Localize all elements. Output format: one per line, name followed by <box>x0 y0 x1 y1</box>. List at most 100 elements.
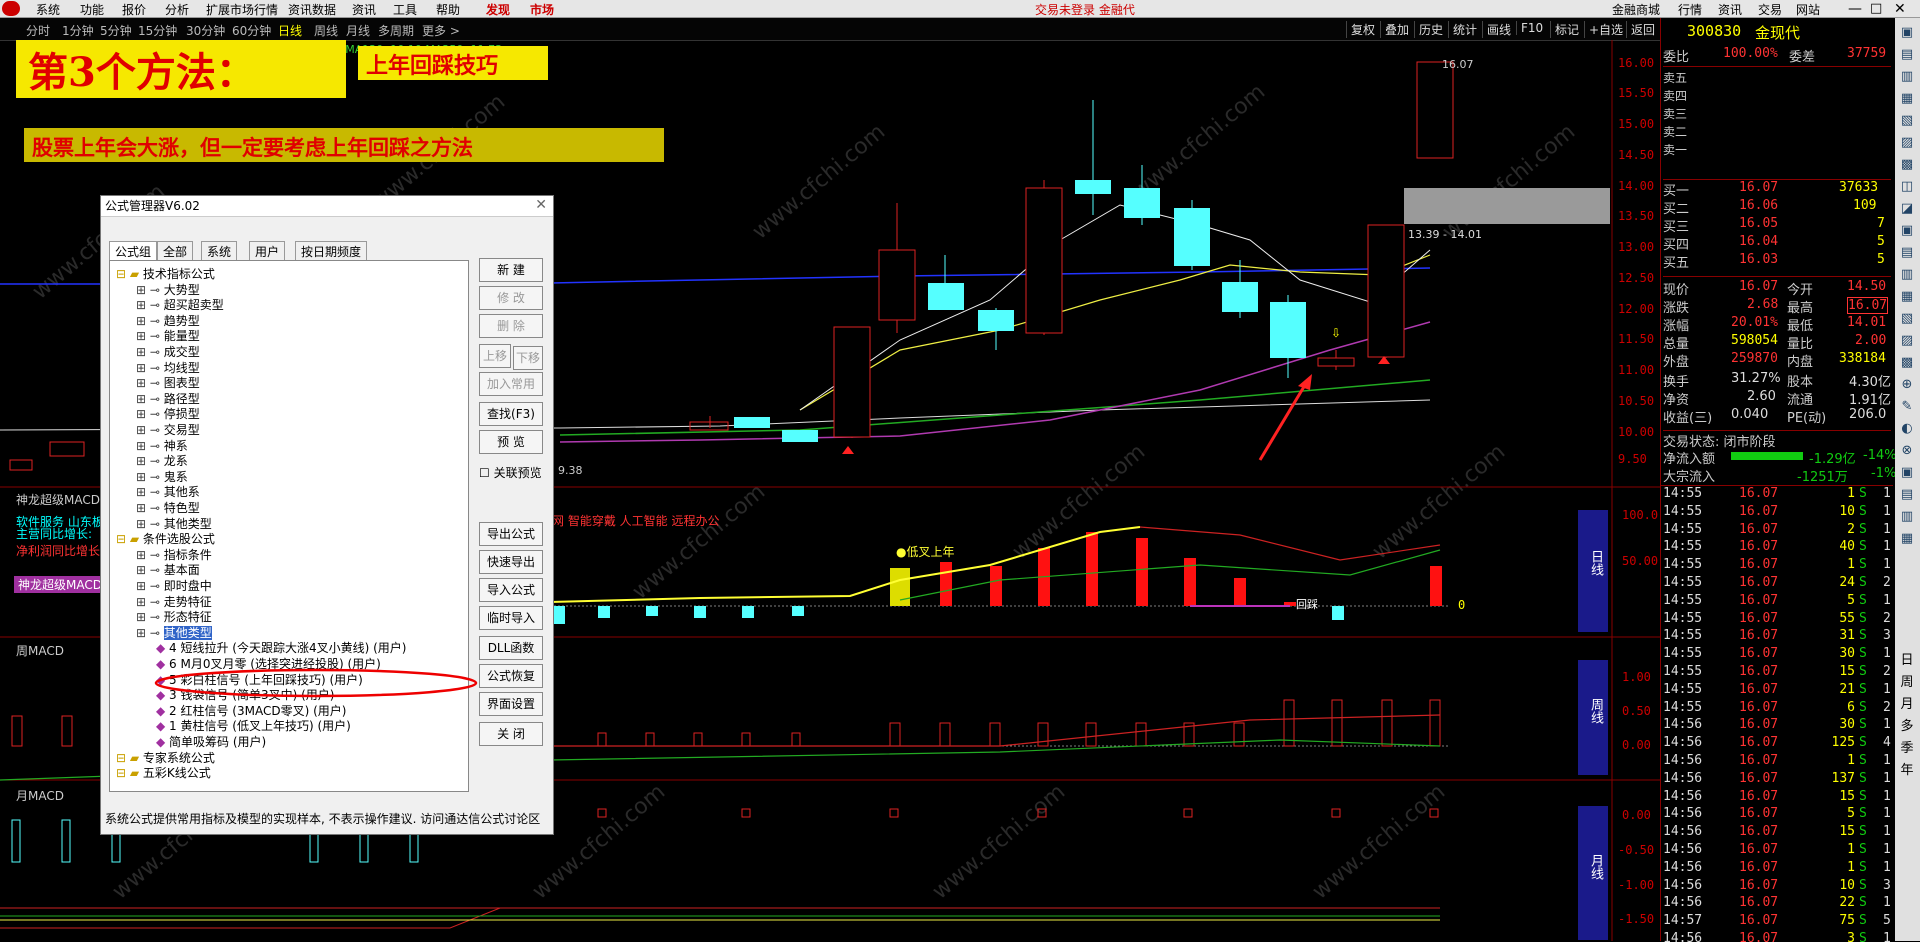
tree-category[interactable]: ⊞ ⊸ 交易型 <box>136 421 200 438</box>
preview-checkbox[interactable]: ☐ 关联预览 <box>479 464 542 481</box>
tree-category[interactable]: ⊞ ⊸ 大势型 <box>136 281 200 298</box>
tab-system[interactable]: 系统 <box>201 241 238 261</box>
tree-formula[interactable]: ◆ 6 M月0叉月零 (选择突进经投股) (用户) <box>156 655 381 672</box>
toolbar-button[interactable]: F10 <box>1516 21 1543 35</box>
period-tab[interactable]: 月线 <box>346 22 370 39</box>
menu-item[interactable]: 功能 <box>80 1 104 18</box>
tree-category[interactable]: ⊞ ⊸ 能量型 <box>136 327 200 344</box>
tree-category[interactable]: ⊞ ⊸ 成交型 <box>136 343 200 360</box>
menu-item[interactable]: 金融商城 <box>1612 1 1660 18</box>
toolbar-button[interactable]: 复权 <box>1346 21 1375 38</box>
period-tab[interactable]: 30分钟 <box>186 22 225 39</box>
toolbar-button[interactable]: 统计 <box>1448 21 1477 38</box>
menu-item[interactable]: 资讯数据 <box>288 1 336 18</box>
dialog-button[interactable]: 临时导入 <box>479 606 543 630</box>
menu-item[interactable]: 交易 <box>1758 1 1782 18</box>
dialog-button[interactable]: 公式恢复 <box>479 664 543 688</box>
tick-list[interactable]: 14:55 16.07 1 S 1 14:55 16.07 10 S 1 14:55 16.07 2 S 1… <box>1661 485 1893 942</box>
tree-folder[interactable]: ⊟ ▰ 专家系统公式 <box>116 749 215 766</box>
maximize-icon[interactable]: □ <box>1870 1 1882 16</box>
tree-formula[interactable]: ◆ 3 钱袋信号 (简单3叉中) (用户) <box>156 686 335 703</box>
minimize-icon[interactable]: — <box>1848 1 1862 17</box>
tree-category[interactable]: ⊞ ⊸ 路径型 <box>136 390 200 407</box>
move-down-button[interactable]: 下移 <box>513 346 543 370</box>
dialog-button[interactable]: 界面设置 <box>479 692 543 716</box>
tree-category[interactable]: ⊞ ⊸ 指标条件 <box>136 546 212 563</box>
period-tab[interactable]: 1分钟 <box>62 22 94 39</box>
menu-item[interactable]: 工具 <box>393 1 417 18</box>
toolbar-button[interactable]: 画线 <box>1482 21 1511 38</box>
tab-user[interactable]: 用户 <box>249 241 286 261</box>
menu-item-discover[interactable]: 发现 <box>486 1 510 18</box>
tree-category[interactable]: ⊞ ⊸ 其他系 <box>136 483 200 500</box>
tool-icons[interactable]: ▣ ▤ ▥ ▦ ▧ ▨ ▩ ◫ ◪ ▣ ▤ ▥ ▦ ▧ ▨ ▩ ⊕ ✎ ◐ ⊗ ▣ ▤ ▥ ▦ <box>1899 22 1915 582</box>
tree-category[interactable]: ⊞ ⊸ 神系 <box>136 437 188 454</box>
tree-category[interactable]: ⊞ ⊸ 其他类型 <box>136 515 212 532</box>
period-tab-active[interactable]: 日线 <box>278 22 302 39</box>
period-side-text[interactable]: 日 周 月 多 季 年 <box>1899 650 1915 782</box>
dialog-button[interactable]: 新 建 <box>479 258 543 282</box>
toolbar-button[interactable]: 返回 <box>1626 21 1655 38</box>
tree-category[interactable]: ⊞ ⊸ 形态特征 <box>136 608 212 625</box>
menu-item[interactable]: 行情 <box>1678 1 1702 18</box>
tree-category[interactable]: ⊞ ⊸ 趋势型 <box>136 312 200 329</box>
tab-group[interactable]: 公式组 <box>109 241 158 261</box>
tree-category[interactable]: ⊞ ⊸ 超买超卖型 <box>136 296 224 313</box>
period-tab[interactable]: 分时 <box>26 22 50 39</box>
tree-category[interactable]: ⊞ ⊸ 鬼系 <box>136 468 188 485</box>
tree-category[interactable]: ⊞ ⊸ 基本面 <box>136 561 200 578</box>
tree-formula[interactable]: ◆ 4 短线拉升 (今天跟踪大涨4叉小黄线) (用户) <box>156 639 407 656</box>
dialog-button[interactable]: 删 除 <box>479 314 543 338</box>
period-tab[interactable]: 更多 > <box>422 22 460 39</box>
toolbar-button[interactable]: +自选 <box>1584 21 1623 38</box>
menu-item-market[interactable]: 市场 <box>530 1 554 18</box>
close-icon[interactable]: ✕ <box>1894 1 1906 17</box>
formula-tree[interactable]: ⊟ ▰ 技术指标公式 ⊞ ⊸ 大势型 ⊞ ⊸ 超买超卖型 ⊞ ⊸ 趋势型 ⊞ ⊸ 能量型… <box>109 260 469 792</box>
tree-category[interactable]: ⊞ ⊸ 龙系 <box>136 452 188 469</box>
tree-category[interactable]: ⊞ ⊸ 即时盘中 <box>136 577 212 594</box>
menu-item[interactable]: 系统 <box>36 1 60 18</box>
tab-all[interactable]: 全部 <box>157 241 194 261</box>
tree-folder[interactable]: ⊟ ▰ 条件选股公式 <box>116 530 215 547</box>
tree-formula[interactable]: ◆ 1 黄柱信号 (低叉上年技巧) (用户) <box>156 717 351 734</box>
tree-category[interactable]: ⊞ ⊸ 停损型 <box>136 405 200 422</box>
toolbar-button[interactable]: 叠加 <box>1380 21 1409 38</box>
menu-item[interactable]: 网站 <box>1796 1 1820 18</box>
dialog-button[interactable]: 导出公式 <box>479 522 543 546</box>
daily-side-tab[interactable]: 日线 <box>1578 510 1608 632</box>
dialog-button[interactable]: 快速导出 <box>479 550 543 574</box>
menu-item[interactable]: 报价 <box>122 1 146 18</box>
indicator-pill[interactable]: 神龙超级MACD <box>14 576 106 593</box>
tree-formula[interactable]: ◆ 5 彩白柱信号 (上年回踩技巧) (用户) <box>156 671 363 688</box>
tree-category[interactable]: ⊞ ⊸ 均线型 <box>136 359 200 376</box>
tree-formula[interactable]: ◆ 简单吸筹码 (用户) <box>156 733 266 750</box>
dialog-button[interactable]: 上移 <box>479 344 511 368</box>
menu-item[interactable]: 扩展市场行情 <box>206 1 278 18</box>
dialog-button[interactable]: 查找(F3) <box>479 402 543 426</box>
monthly-side-tab[interactable]: 月线 <box>1578 806 1608 940</box>
toolbar-button[interactable]: 历史 <box>1414 21 1443 38</box>
tree-category[interactable]: ⊞ ⊸ 走势特征 <box>136 593 212 610</box>
weekly-side-tab[interactable]: 周线 <box>1578 660 1608 775</box>
period-tab[interactable]: 5分钟 <box>100 22 132 39</box>
dialog-button[interactable]: 加入常用 <box>479 372 543 396</box>
menu-item[interactable]: 资讯 <box>1718 1 1742 18</box>
dialog-button[interactable]: 预 览 <box>479 430 543 454</box>
period-tab[interactable]: 60分钟 <box>232 22 271 39</box>
dialog-button[interactable]: 修 改 <box>479 286 543 310</box>
menu-item[interactable]: 分析 <box>165 1 189 18</box>
dialog-button[interactable]: 关 闭 <box>479 722 543 746</box>
tab-frequency[interactable]: 按日期频度 <box>295 241 368 261</box>
menu-item[interactable]: 资讯 <box>352 1 376 18</box>
tree-category[interactable]: ⊞ ⊸ 其他类型 <box>136 624 212 641</box>
close-icon[interactable]: ✕ <box>535 197 547 213</box>
toolbar-button[interactable]: 标记 <box>1550 21 1579 38</box>
period-tab[interactable]: 15分钟 <box>138 22 177 39</box>
tree-formula[interactable]: ◆ 2 红柱信号 (3MACD零叉) (用户) <box>156 702 346 719</box>
period-tab[interactable]: 周线 <box>314 22 338 39</box>
menu-item[interactable]: 帮助 <box>436 1 460 18</box>
dialog-button[interactable]: DLL函数 <box>479 636 543 660</box>
tree-category[interactable]: ⊞ ⊸ 特色型 <box>136 499 200 516</box>
dialog-button[interactable]: 导入公式 <box>479 578 543 602</box>
tree-folder[interactable]: ⊟ ▰ 技术指标公式 <box>116 265 215 282</box>
